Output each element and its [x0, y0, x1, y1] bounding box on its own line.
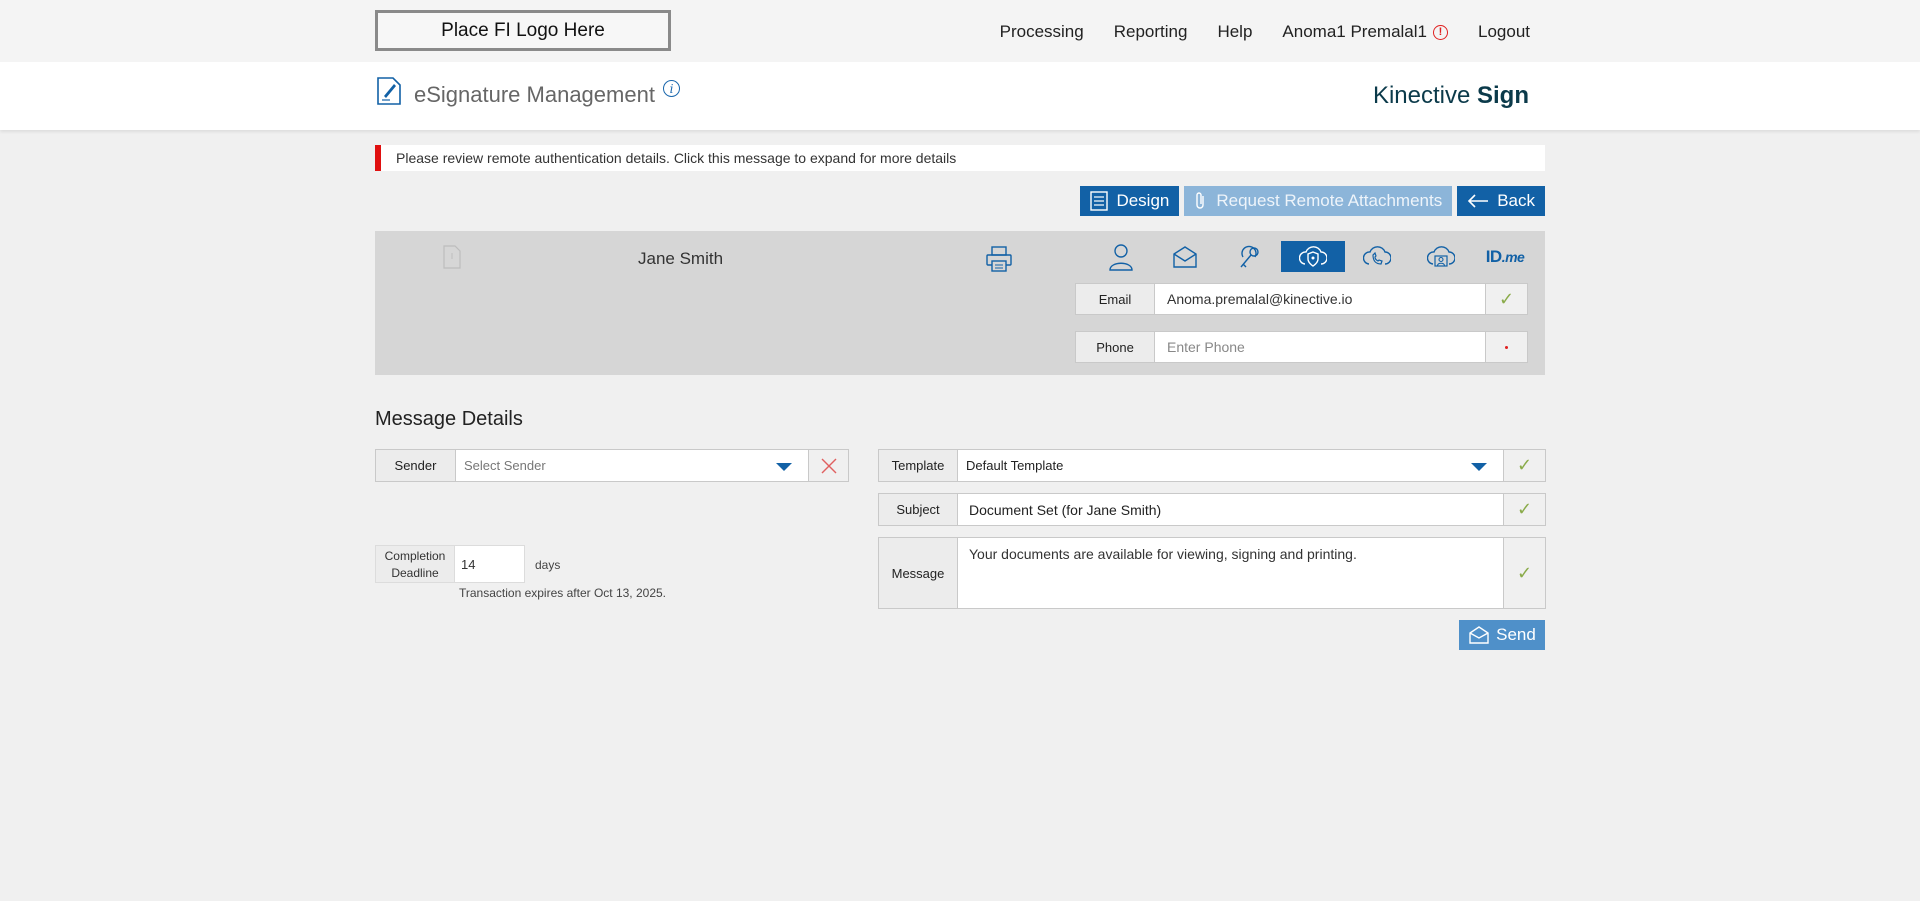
back-button[interactable]: Back — [1457, 186, 1545, 216]
design-document-icon — [1090, 191, 1109, 211]
nav-logout[interactable]: Logout — [1478, 22, 1530, 42]
chevron-down-icon — [776, 463, 792, 471]
deadline-label-line1: Completion — [384, 549, 446, 563]
brand-bold: Sign — [1477, 82, 1529, 109]
page-title: eSignature Management — [414, 82, 655, 107]
required-dot-icon — [1505, 345, 1508, 349]
logo-text: Place FI Logo Here — [441, 19, 605, 41]
request-remote-attachments-label: Request Remote Attachments — [1216, 191, 1443, 210]
phone-label: Phone — [1075, 331, 1155, 363]
idme-label: ID — [1485, 246, 1503, 266]
auth-phone-tab[interactable] — [1345, 241, 1409, 272]
warning-text: Please review remote authentication deta… — [396, 150, 957, 166]
top-nav: Processing Reporting Help Anoma1 Premala… — [970, 22, 1530, 42]
sender-row: Sender Select Sender — [375, 449, 849, 482]
recipient-panel: Jane Smith ID.me Email Anoma.premalal@ki… — [375, 231, 1545, 375]
auth-method-tabs: ID.me — [1089, 241, 1537, 272]
request-remote-attachments-button[interactable]: Request Remote Attachments — [1184, 186, 1453, 216]
key-icon — [1240, 245, 1259, 267]
template-check-icon: ✓ — [1504, 449, 1546, 482]
message-check-icon: ✓ — [1504, 537, 1546, 609]
subject-check-icon: ✓ — [1504, 493, 1546, 526]
recipient-name: Jane Smith — [638, 249, 724, 268]
brand-logo: Kinective Sign — [1373, 82, 1529, 110]
auth-key-tab[interactable] — [1217, 241, 1281, 272]
subject-row: Subject Document Set (for Jane Smith) ✓ — [878, 493, 1546, 526]
brand-light: Kinective — [1372, 82, 1477, 109]
auth-cloud-person-tab[interactable] — [1409, 241, 1473, 272]
sender-placeholder: Select Sender — [464, 458, 546, 473]
message-details-title: Message Details — [375, 408, 523, 430]
deadline-unit: days — [535, 558, 561, 572]
completion-deadline-label: Completion Deadline — [375, 545, 455, 583]
message-row: Message Your documents are available for… — [878, 537, 1546, 609]
nav-help[interactable]: Help — [1217, 22, 1252, 42]
arrow-left-icon — [1468, 194, 1489, 208]
close-icon — [821, 458, 836, 473]
auth-shield-cloud-tab[interactable] — [1281, 241, 1345, 272]
auth-idme-tab[interactable]: ID.me — [1473, 241, 1537, 272]
user-name: Anoma1 Premalal1 — [1282, 22, 1427, 41]
deadline-label-line2: Deadline — [391, 566, 439, 580]
recipient-document-icon — [443, 245, 461, 269]
paperclip-icon — [1196, 192, 1205, 209]
email-field[interactable]: Anoma.premalal@kinective.io — [1155, 283, 1486, 315]
send-envelope-icon — [1469, 626, 1489, 644]
title-bar: eSignature Management i Kinective Sign — [0, 62, 1920, 130]
sender-select[interactable]: Select Sender — [456, 449, 809, 482]
template-select[interactable]: Default Template — [958, 449, 1504, 482]
email-row: Email Anoma.premalal@kinective.io ✓ — [1075, 283, 1528, 315]
action-bar: Design Request Remote Attachments Back — [1080, 186, 1545, 216]
send-button[interactable]: Send — [1459, 620, 1545, 650]
template-label: Template — [878, 449, 958, 482]
nav-processing[interactable]: Processing — [1000, 22, 1084, 42]
template-row: Template Default Template ✓ — [878, 449, 1546, 482]
back-label: Back — [1497, 191, 1535, 210]
remote-auth-warning[interactable]: Please review remote authentication deta… — [375, 145, 1545, 171]
top-bar: Place FI Logo Here Processing Reporting … — [0, 0, 1920, 62]
chevron-down-icon — [1471, 463, 1487, 471]
idme-icon: ID.me — [1486, 247, 1525, 267]
shield-cloud-icon — [1299, 245, 1327, 267]
subject-field[interactable]: Document Set (for Jane Smith) — [958, 493, 1504, 526]
idme-suffix: .me — [1501, 248, 1525, 265]
email-icon — [1173, 245, 1197, 268]
completion-deadline-input[interactable]: 14 — [455, 545, 525, 583]
email-valid-check-icon: ✓ — [1486, 283, 1528, 315]
design-label: Design — [1116, 191, 1170, 210]
phone-row: Phone Enter Phone — [1075, 331, 1528, 363]
nav-user[interactable]: Anoma1 Premalal1 ! — [1282, 22, 1448, 42]
send-label: Send — [1496, 625, 1536, 644]
esignature-document-icon — [377, 77, 401, 105]
sender-label: Sender — [375, 449, 456, 482]
auth-person-tab[interactable] — [1089, 241, 1153, 272]
message-label: Message — [878, 537, 958, 609]
phone-field[interactable]: Enter Phone — [1155, 331, 1486, 363]
printer-icon[interactable] — [985, 245, 1013, 273]
alert-icon: ! — [1433, 24, 1448, 40]
cloud-person-icon — [1427, 245, 1455, 267]
subject-label: Subject — [878, 493, 958, 526]
clear-sender-button[interactable] — [809, 449, 849, 482]
info-icon[interactable]: i — [663, 80, 680, 97]
template-value: Default Template — [966, 458, 1064, 473]
design-button[interactable]: Design — [1080, 186, 1180, 216]
auth-email-tab[interactable] — [1153, 241, 1217, 272]
person-icon — [1109, 243, 1133, 271]
transaction-expiry-text: Transaction expires after Oct 13, 2025. — [459, 586, 666, 600]
message-textarea[interactable]: Your documents are available for viewing… — [958, 537, 1504, 609]
phone-icon — [1363, 245, 1391, 265]
fi-logo-placeholder: Place FI Logo Here — [375, 10, 671, 51]
phone-required-indicator — [1486, 331, 1528, 363]
email-label: Email — [1075, 283, 1155, 315]
nav-reporting[interactable]: Reporting — [1114, 22, 1188, 42]
